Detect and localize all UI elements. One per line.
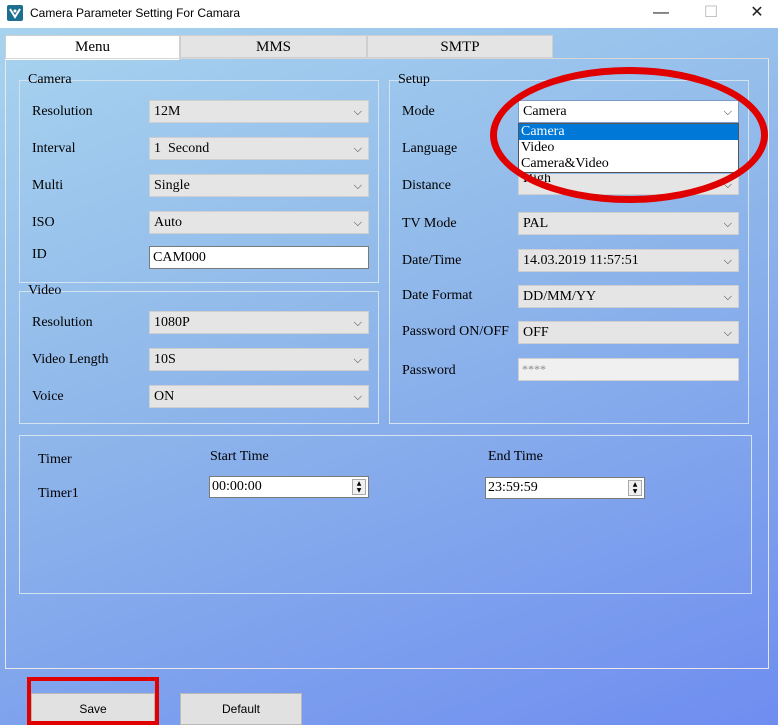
datetime-picker[interactable]: 14.03.2019 11:57:51 ⌵ <box>518 249 739 272</box>
password-onoff-value: OFF <box>523 325 549 340</box>
password-onoff-label: Password ON/OFF <box>402 324 509 339</box>
mode-option-camera[interactable]: Camera <box>519 124 738 140</box>
password-onoff-select[interactable]: OFF ⌵ <box>518 321 739 344</box>
date-format-select[interactable]: DD/MM/YY ⌵ <box>518 285 739 308</box>
iso-value: Auto <box>154 215 182 230</box>
video-resolution-label: Resolution <box>32 315 93 330</box>
multi-label: Multi <box>32 178 64 193</box>
video-length-value: 10S <box>154 352 176 367</box>
mode-value: Camera <box>523 104 567 119</box>
mode-option-video[interactable]: Video <box>519 140 738 156</box>
voice-select[interactable]: ON ⌵ <box>149 385 369 408</box>
chevron-down-icon: ⌵ <box>353 353 362 366</box>
chevron-down-icon: ⌵ <box>353 105 362 118</box>
start-time-label: Start Time <box>210 449 269 464</box>
tv-mode-value: PAL <box>523 216 549 231</box>
spin-up-icon[interactable]: ▲ <box>629 481 641 488</box>
mode-option-camera-video[interactable]: Camera&Video <box>519 156 738 172</box>
distance-select[interactable]: High ⌵ <box>518 174 739 195</box>
camera-resolution-label: Resolution <box>32 104 93 119</box>
video-length-label: Video Length <box>32 352 109 367</box>
end-time-value: 23:59:59 <box>488 480 538 495</box>
setup-group-label: Setup <box>398 72 430 87</box>
spin-down-icon[interactable]: ▼ <box>353 487 365 494</box>
title-bar: Camera Parameter Setting For Camara — ☐ … <box>0 0 778 28</box>
chevron-down-icon: ⌵ <box>723 254 732 267</box>
chevron-down-icon: ⌵ <box>723 326 732 339</box>
start-time-spinner[interactable]: ▲ ▼ <box>352 479 366 495</box>
tab-smtp[interactable]: SMTP <box>367 35 553 58</box>
start-time-input[interactable]: 00:00:00 ▲ ▼ <box>209 476 369 498</box>
date-format-value: DD/MM/YY <box>523 289 597 304</box>
datetime-label: Date/Time <box>402 253 462 268</box>
datetime-value: 14.03.2019 11:57:51 <box>523 253 639 268</box>
spin-up-icon[interactable]: ▲ <box>353 480 365 487</box>
id-label: ID <box>32 247 47 262</box>
password-label: Password <box>402 363 456 378</box>
distance-label: Distance <box>402 178 451 193</box>
end-time-spinner[interactable]: ▲ ▼ <box>628 480 642 496</box>
video-group-label: Video <box>28 283 62 298</box>
chevron-down-icon: ⌵ <box>353 316 362 329</box>
start-time-value: 00:00:00 <box>212 479 262 494</box>
mode-select[interactable]: Camera ⌵ <box>518 100 739 123</box>
spin-down-icon[interactable]: ▼ <box>629 488 641 495</box>
iso-select[interactable]: Auto ⌵ <box>149 211 369 234</box>
video-resolution-value: 1080P <box>154 315 190 330</box>
language-label: Language <box>402 141 458 156</box>
mode-dropdown-list: Camera Video Camera&Video <box>518 123 739 173</box>
end-time-label: End Time <box>488 449 543 464</box>
chevron-down-icon: ⌵ <box>353 390 362 403</box>
interval-label: Interval <box>32 141 76 156</box>
video-length-select[interactable]: 10S ⌵ <box>149 348 369 371</box>
date-format-label: Date Format <box>402 288 473 303</box>
timer-label: Timer <box>38 452 72 467</box>
chevron-down-icon: ⌵ <box>353 179 362 192</box>
interval-value: 1 Second <box>154 141 210 156</box>
multi-select[interactable]: Single ⌵ <box>149 174 369 197</box>
chevron-down-icon: ⌵ <box>723 290 732 303</box>
id-input[interactable]: CAM000 <box>149 246 369 269</box>
multi-value: Single <box>154 178 190 193</box>
close-button[interactable]: ✕ <box>734 0 778 28</box>
timer1-label: Timer1 <box>38 486 79 501</box>
minimize-button[interactable]: — <box>638 0 684 28</box>
camera-group-label: Camera <box>28 72 72 87</box>
interval-select[interactable]: 1 Second ⌵ <box>149 137 369 160</box>
chevron-down-icon: ⌵ <box>723 178 732 191</box>
voice-value: ON <box>154 389 175 404</box>
password-input[interactable]: **** <box>518 358 739 381</box>
end-time-input[interactable]: 23:59:59 ▲ ▼ <box>485 477 645 499</box>
maximize-button[interactable]: ☐ <box>688 0 734 28</box>
chevron-down-icon: ⌵ <box>723 217 732 230</box>
app-icon <box>7 5 23 21</box>
default-button[interactable]: Default <box>180 693 302 725</box>
mode-label: Mode <box>402 104 435 119</box>
tv-mode-select[interactable]: PAL ⌵ <box>518 212 739 235</box>
voice-label: Voice <box>32 389 64 404</box>
camera-resolution-select[interactable]: 12M ⌵ <box>149 100 369 123</box>
timer-group <box>19 435 752 594</box>
video-resolution-select[interactable]: 1080P ⌵ <box>149 311 369 334</box>
chevron-down-icon: ⌵ <box>353 142 362 155</box>
tv-mode-label: TV Mode <box>402 216 457 231</box>
window-title: Camera Parameter Setting For Camara <box>30 6 241 20</box>
tab-mms[interactable]: MMS <box>180 35 367 58</box>
camera-resolution-value: 12M <box>154 104 181 119</box>
distance-value: High <box>523 174 551 186</box>
iso-label: ISO <box>32 215 55 230</box>
chevron-down-icon: ⌵ <box>723 105 732 118</box>
tab-menu[interactable]: Menu <box>5 35 180 60</box>
save-button[interactable]: Save <box>31 693 155 725</box>
chevron-down-icon: ⌵ <box>353 216 362 229</box>
